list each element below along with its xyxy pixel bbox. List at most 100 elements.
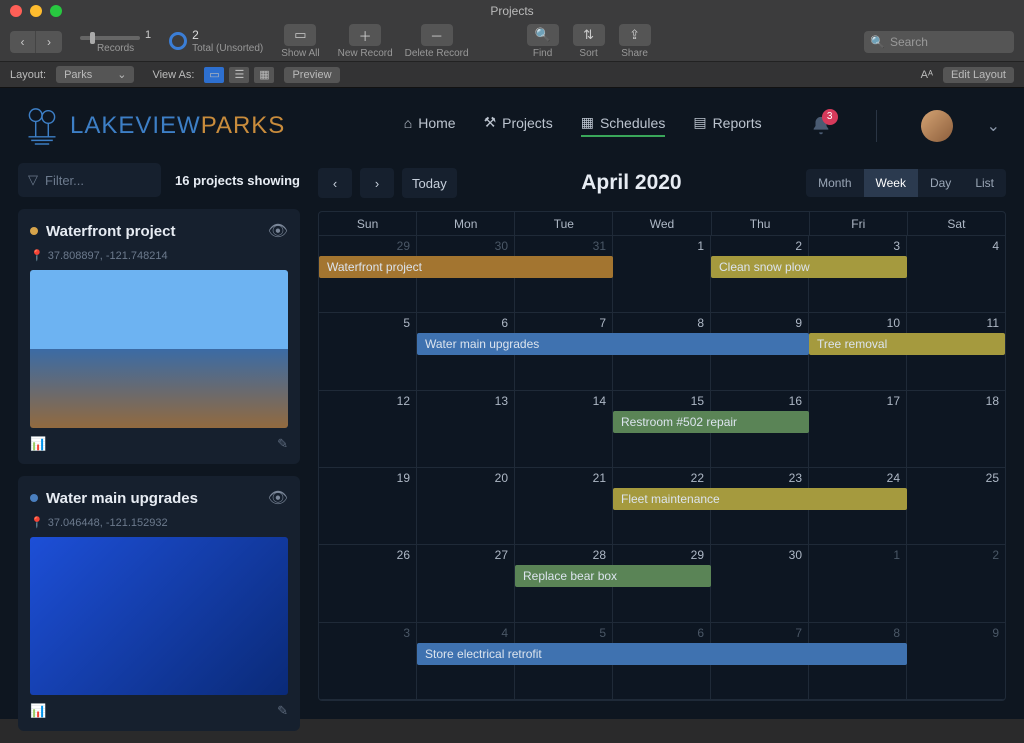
minimize-window[interactable] — [30, 5, 42, 17]
edit-icon[interactable]: ✎ — [277, 436, 288, 452]
day-number: 5 — [403, 316, 410, 330]
calendar-day[interactable]: 5 — [319, 313, 417, 389]
calendar-event[interactable]: Water main upgrades — [417, 333, 809, 355]
filter-input[interactable]: ▽ Filter... — [18, 163, 161, 197]
day-number: 9 — [795, 316, 802, 330]
day-number: 2 — [992, 548, 999, 562]
close-window[interactable] — [10, 5, 22, 17]
app-toolbar: ‹ › 1 Records 2 Total (Unsorted) ▭ Show … — [0, 22, 1024, 62]
calendar-event[interactable]: Clean snow plow — [711, 256, 907, 278]
day-header: Sat — [908, 212, 1005, 235]
find-button[interactable]: 🔍 — [527, 24, 559, 46]
sort-button[interactable]: ⇅ — [573, 24, 605, 46]
delete-record-button[interactable]: － — [421, 24, 453, 46]
calendar-day[interactable]: 21 — [515, 468, 613, 544]
calendar-day[interactable]: 12 — [319, 391, 417, 467]
calendar-event[interactable]: Waterfront project — [319, 256, 613, 278]
window-titlebar: Projects — [0, 0, 1024, 22]
records-slider[interactable] — [80, 36, 140, 40]
calendar-day[interactable]: 27 — [417, 545, 515, 621]
calendar-event[interactable]: Fleet maintenance — [613, 488, 907, 510]
calendar-day[interactable]: 3 — [319, 623, 417, 699]
calendar-day[interactable]: 18 — [907, 391, 1005, 467]
calendar-day[interactable]: 1 — [613, 236, 711, 312]
calendar-day[interactable]: 17 — [809, 391, 907, 467]
day-number: 3 — [893, 239, 900, 253]
calendar-day[interactable]: 2 — [907, 545, 1005, 621]
layout-select[interactable]: Parks⌄ — [56, 66, 134, 83]
chart-icon[interactable]: 📊 — [30, 436, 46, 452]
calendar-view-day[interactable]: Day — [918, 169, 963, 197]
day-header: Tue — [515, 212, 613, 235]
calendar-title: April 2020 — [465, 171, 798, 195]
calendar-event[interactable]: Store electrical retrofit — [417, 643, 907, 665]
calendar-event[interactable]: Tree removal — [809, 333, 1005, 355]
report-icon: ▤ — [693, 114, 706, 131]
chart-icon[interactable]: 📊 — [30, 703, 46, 719]
brand-logo: LAKEVIEWPARKS — [24, 108, 285, 144]
view-table-button[interactable]: ▦ — [254, 67, 274, 83]
user-menu-chevron-icon[interactable]: ⌄ — [987, 116, 1000, 136]
preview-button[interactable]: Preview — [284, 67, 339, 83]
app-header: LAKEVIEWPARKS ⌂Home ⚒Projects ▦Schedules… — [0, 88, 1024, 163]
calendar-event[interactable]: Restroom #502 repair — [613, 411, 809, 433]
nav-reports[interactable]: ▤Reports — [693, 114, 761, 137]
day-number: 29 — [397, 239, 410, 253]
project-card[interactable]: Waterfront project 👁 📍37.808897, -121.74… — [18, 209, 300, 464]
prev-record-button[interactable]: ‹ — [10, 31, 36, 53]
calendar-view-week[interactable]: Week — [864, 169, 918, 197]
calendar-day[interactable]: 14 — [515, 391, 613, 467]
day-number: 6 — [697, 626, 704, 640]
view-icon[interactable]: 👁 — [268, 221, 288, 241]
share-button[interactable]: ⇪ — [619, 24, 651, 46]
search-input[interactable]: 🔍 Search — [864, 31, 1014, 53]
nav-projects[interactable]: ⚒Projects — [484, 114, 553, 137]
cal-today-button[interactable]: Today — [402, 168, 457, 198]
view-list-button[interactable]: ☰ — [229, 67, 249, 83]
home-icon: ⌂ — [404, 115, 412, 131]
calendar-day[interactable]: 9 — [907, 623, 1005, 699]
nav-schedules[interactable]: ▦Schedules — [581, 114, 666, 137]
user-avatar[interactable] — [921, 110, 953, 142]
next-record-button[interactable]: › — [36, 31, 62, 53]
calendar-event[interactable]: Replace bear box — [515, 565, 711, 587]
day-number: 23 — [789, 471, 802, 485]
view-form-button[interactable]: ▭ — [204, 67, 224, 83]
calendar-view-list[interactable]: List — [963, 169, 1006, 197]
calendar-day[interactable]: 19 — [319, 468, 417, 544]
view-icon[interactable]: 👁 — [268, 488, 288, 508]
calendar-day[interactable]: 20 — [417, 468, 515, 544]
day-header: Sun — [319, 212, 417, 235]
status-dot — [30, 494, 38, 502]
day-number: 30 — [789, 548, 802, 562]
day-number: 16 — [789, 394, 802, 408]
calendar-day[interactable]: 1 — [809, 545, 907, 621]
logo-icon — [24, 108, 60, 144]
cal-prev-button[interactable]: ‹ — [318, 168, 352, 198]
day-header: Fri — [810, 212, 908, 235]
new-record-button[interactable]: ＋ — [349, 24, 381, 46]
notifications-button[interactable]: 3 — [810, 115, 832, 137]
text-format-button[interactable]: Aᴬ — [921, 69, 933, 81]
calendar-day[interactable]: 4 — [907, 236, 1005, 312]
day-number: 29 — [691, 548, 704, 562]
day-number: 4 — [992, 239, 999, 253]
day-number: 24 — [887, 471, 900, 485]
calendar-day[interactable]: 30 — [711, 545, 809, 621]
show-all-button[interactable]: ▭ — [284, 24, 316, 46]
edit-icon[interactable]: ✎ — [277, 703, 288, 719]
calendar-day[interactable]: 13 — [417, 391, 515, 467]
cal-next-button[interactable]: › — [360, 168, 394, 198]
calendar-day[interactable]: 25 — [907, 468, 1005, 544]
calendar-view-switch: MonthWeekDayList — [806, 169, 1006, 197]
day-number: 3 — [403, 626, 410, 640]
calendar-view-month[interactable]: Month — [806, 169, 863, 197]
calendar-day[interactable]: 26 — [319, 545, 417, 621]
day-header: Thu — [712, 212, 810, 235]
day-number: 1 — [893, 548, 900, 562]
edit-layout-button[interactable]: Edit Layout — [943, 67, 1014, 83]
project-card[interactable]: Water main upgrades 👁 📍37.046448, -121.1… — [18, 476, 300, 731]
nav-home[interactable]: ⌂Home — [404, 115, 456, 137]
layout-bar: Layout: Parks⌄ View As: ▭ ☰ ▦ Preview Aᴬ… — [0, 62, 1024, 88]
maximize-window[interactable] — [50, 5, 62, 17]
